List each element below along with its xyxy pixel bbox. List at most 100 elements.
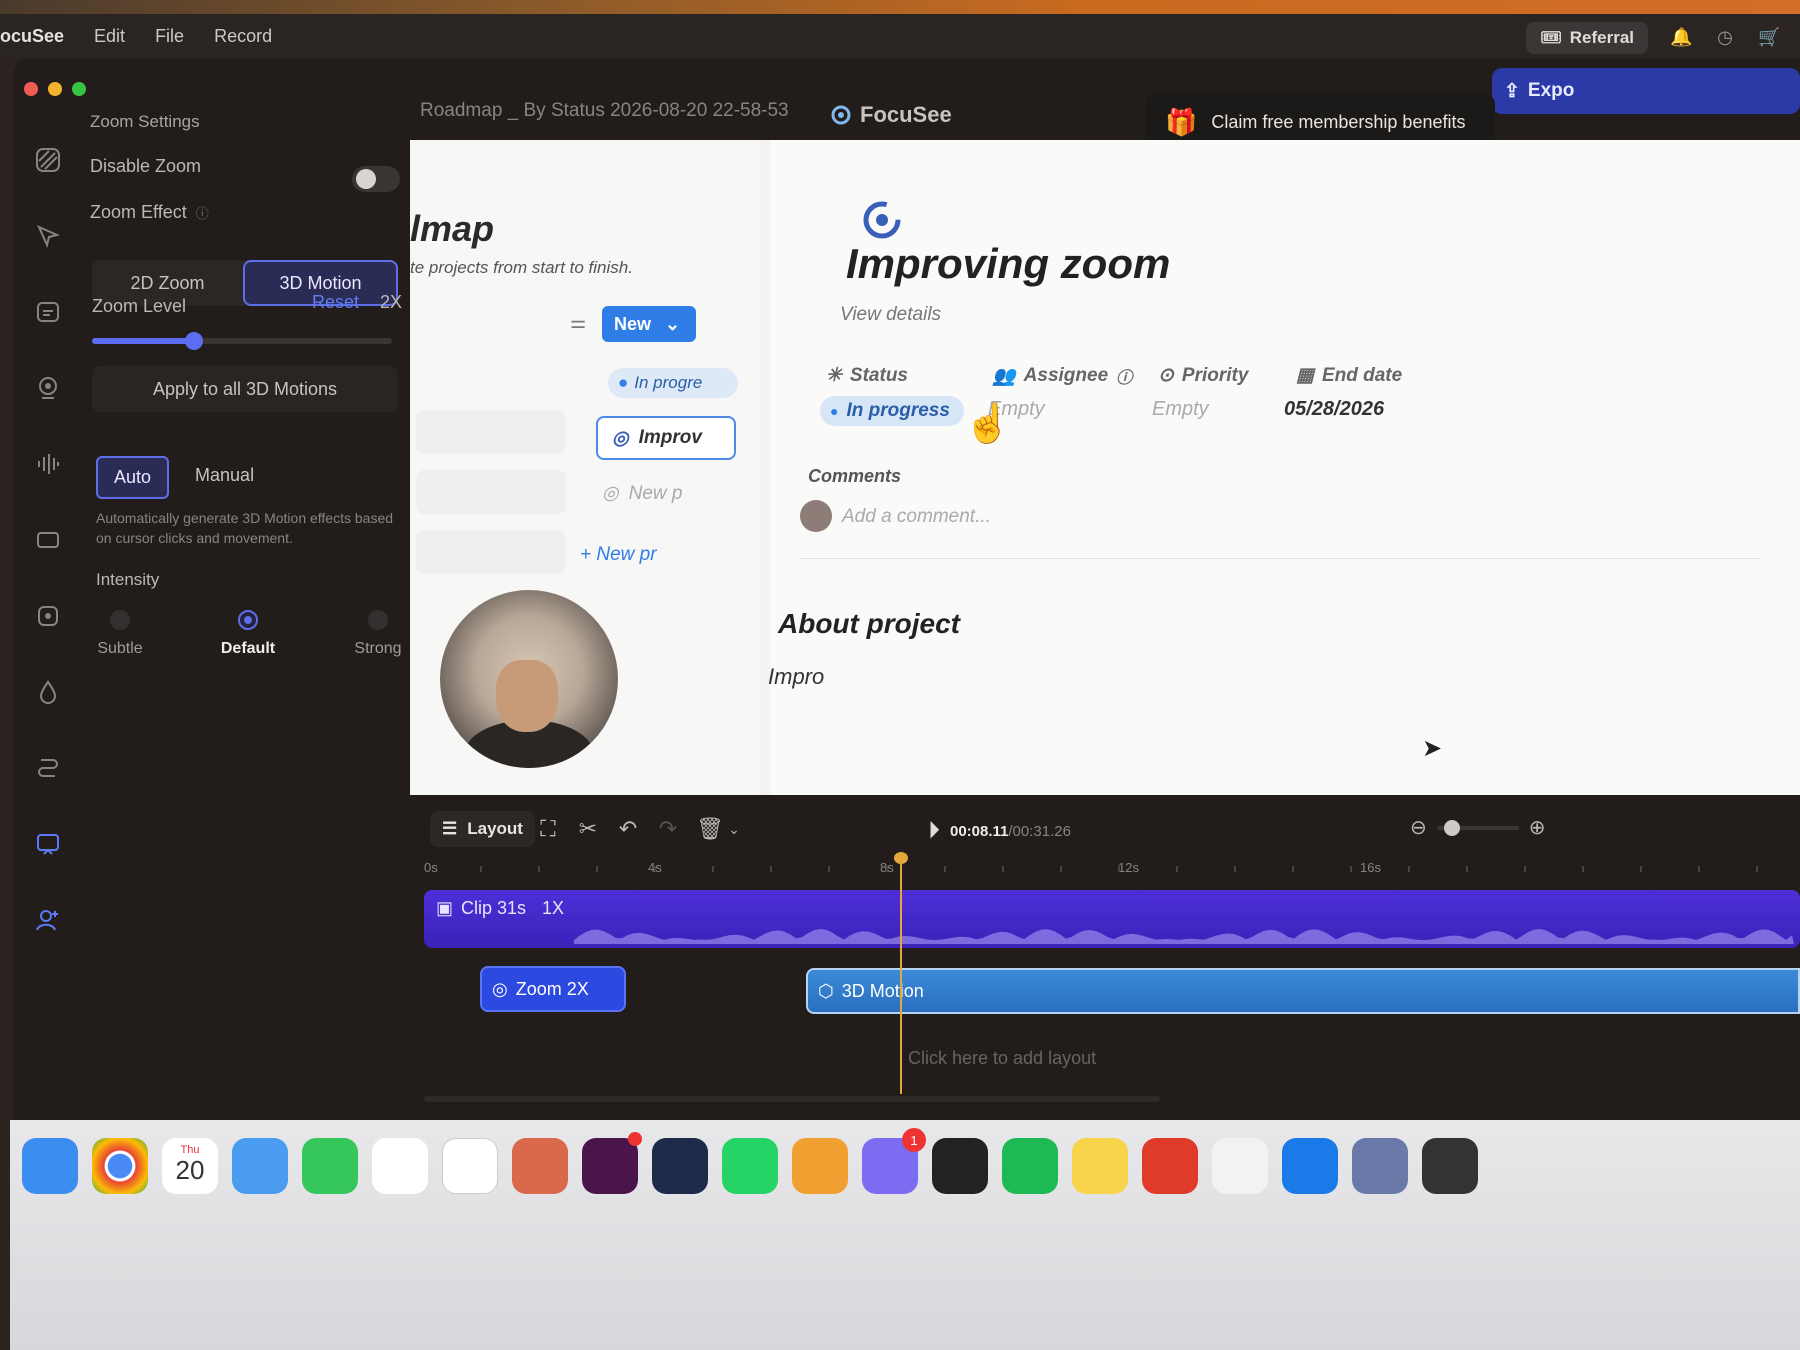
ruler-tick — [1234, 866, 1236, 872]
chrome-icon[interactable] — [92, 1138, 148, 1194]
menu-file[interactable]: File — [155, 26, 184, 47]
ruler-label: 0s — [424, 860, 438, 875]
messages-icon[interactable] — [302, 1138, 358, 1194]
calendar-icon[interactable]: Thu 20 — [162, 1138, 218, 1194]
blur-icon[interactable] — [28, 672, 68, 712]
add-layout-hint[interactable]: Click here to add layout — [908, 1048, 1096, 1069]
ruler-tick — [1176, 866, 1178, 872]
video-clip[interactable]: ▣ Clip 31s 1X — [424, 890, 1800, 948]
info-icon[interactable]: ⓘ — [196, 206, 209, 221]
mode-auto[interactable]: Auto — [96, 456, 170, 499]
background-icon[interactable] — [28, 140, 68, 180]
spotify-icon[interactable] — [1002, 1138, 1058, 1194]
disable-zoom-toggle[interactable] — [352, 166, 400, 192]
end-date-heading-text: End date — [1321, 364, 1403, 386]
menu-record[interactable]: Record — [214, 26, 272, 47]
playhead-handle[interactable] — [894, 852, 908, 864]
apply-all-button[interactable]: Apply to all 3D Motions — [92, 366, 398, 412]
ruler-tick — [1350, 866, 1352, 872]
layout-button[interactable]: ☰ Layout — [430, 811, 535, 847]
zoom-clip[interactable]: ◎ Zoom 2X — [480, 966, 626, 1012]
intensity-default[interactable]: Default — [208, 610, 288, 658]
motion-clip[interactable]: ⬡ 3D Motion — [806, 968, 1800, 1014]
close-window-button[interactable] — [24, 82, 38, 96]
chevron-down-icon[interactable]: ⌄ — [720, 815, 748, 843]
app-store-icon[interactable] — [1282, 1138, 1338, 1194]
crop-icon[interactable]: ⛶ — [534, 815, 562, 843]
new-label: New — [614, 313, 652, 334]
playhead[interactable] — [900, 856, 902, 1094]
undo-icon[interactable]: ↶ — [614, 815, 642, 843]
whatsapp-icon[interactable] — [722, 1138, 778, 1194]
device-frame-icon[interactable] — [28, 596, 68, 636]
zoom-in-icon[interactable]: ⊕ — [1529, 815, 1546, 840]
webcam-overlay[interactable] — [440, 590, 618, 768]
redo-icon[interactable]: ↷ — [654, 815, 682, 843]
video-preview[interactable]: lmap te projects from start to finish. ⚌… — [410, 140, 1800, 795]
hand-cursor-icon: ☝ — [964, 403, 1012, 445]
acrobat-icon[interactable] — [1142, 1138, 1198, 1194]
books-icon[interactable] — [792, 1138, 848, 1194]
clip-name: Clip 31s — [461, 898, 527, 918]
slack-icon[interactable] — [582, 1132, 642, 1194]
clock-icon[interactable]: ◷ — [1714, 27, 1736, 49]
preview-app-icon[interactable] — [1212, 1138, 1268, 1194]
menu-edit[interactable]: Edit — [94, 26, 125, 47]
timeline[interactable]: 0s 4s 8s 12s 16s ▣ Clip 31s 1X ◎ Zoom 2X… — [420, 852, 1800, 1106]
finder-icon[interactable] — [22, 1138, 78, 1194]
reset-link[interactable]: Reset — [312, 292, 359, 313]
status-icon: ✳ — [826, 365, 842, 386]
zoom-level-slider[interactable] — [92, 332, 392, 350]
focusee-dock-icon[interactable] — [932, 1138, 988, 1194]
add-user-icon[interactable] — [28, 900, 68, 940]
notification-icon[interactable]: 🔔 — [1670, 27, 1692, 49]
audio-icon[interactable] — [28, 444, 68, 484]
layout-icon: ☰ — [442, 819, 458, 838]
camera-icon[interactable] — [28, 368, 68, 408]
ruler-tick — [1698, 866, 1700, 872]
ruler-tick — [596, 866, 598, 872]
referral-button[interactable]: 🎟 Referral — [1526, 22, 1648, 54]
intensity-subtle[interactable]: Subtle — [80, 610, 160, 658]
messenger-icon[interactable]: 1 — [862, 1128, 926, 1194]
dock-apps: Thu 20 1 — [22, 1128, 1478, 1194]
menu-app-name[interactable]: ocuSee — [0, 26, 64, 47]
ruler-tick — [1408, 866, 1410, 872]
timeline-scrollbar[interactable] — [424, 1096, 1160, 1102]
timeline-zoom-knob[interactable] — [1443, 819, 1460, 836]
minimize-window-button[interactable] — [48, 82, 62, 96]
zoom-level-knob[interactable] — [185, 332, 203, 350]
clip-label: ▣ Clip 31s 1X — [436, 898, 564, 919]
cart-icon[interactable]: 🛒 — [1758, 27, 1780, 49]
zoom-settings-panel: Zoom Settings Disable Zoom Zoom Effect ⓘ… — [90, 110, 410, 1240]
assignee-heading: 👥 Assignee ⓘ — [992, 364, 1132, 388]
play-icon[interactable]: ⏵ — [928, 817, 940, 845]
annotation-icon[interactable] — [28, 292, 68, 332]
zoom-settings-icon[interactable] — [28, 824, 68, 864]
radio-subtle[interactable] — [110, 610, 130, 630]
status-value: In progress — [846, 400, 950, 421]
menu-bar: ocuSee Edit File Record 🎟 Referral 🔔 ◷ 🛒 — [0, 14, 1800, 58]
mail-icon[interactable] — [232, 1138, 288, 1194]
zoom-window-button[interactable] — [72, 82, 86, 96]
cursor-icon[interactable] — [28, 216, 68, 256]
notion-icon[interactable] — [442, 1138, 498, 1194]
priority-heading-text: Priority — [1181, 364, 1249, 386]
export-button[interactable]: ⇪ Expo — [1492, 68, 1800, 114]
radio-strong[interactable] — [368, 610, 388, 630]
intensity-strong[interactable]: Strong — [338, 610, 418, 658]
timeline-zoom-slider[interactable] — [1436, 819, 1519, 836]
settings-app-icon[interactable] — [1352, 1138, 1408, 1194]
terminal-icon[interactable] — [652, 1138, 708, 1194]
path-icon[interactable] — [28, 748, 68, 788]
zoom-out-icon[interactable]: ⊖ — [1410, 815, 1427, 840]
claude-icon[interactable] — [512, 1138, 568, 1194]
editor-toolbar: ☰ Layout ⛶ ✂ ↶ ↷ 🗑 ⌄ ⏵ 00:08.11/00:31.26… — [420, 805, 1800, 853]
radio-default[interactable] — [238, 610, 258, 630]
caption-icon[interactable] — [28, 520, 68, 560]
gmail-icon[interactable] — [372, 1138, 428, 1194]
mode-manual[interactable]: Manual — [179, 456, 270, 499]
app-icon[interactable] — [1422, 1138, 1478, 1194]
scissors-icon[interactable]: ✂ — [574, 815, 602, 843]
notes-icon[interactable] — [1072, 1138, 1128, 1194]
